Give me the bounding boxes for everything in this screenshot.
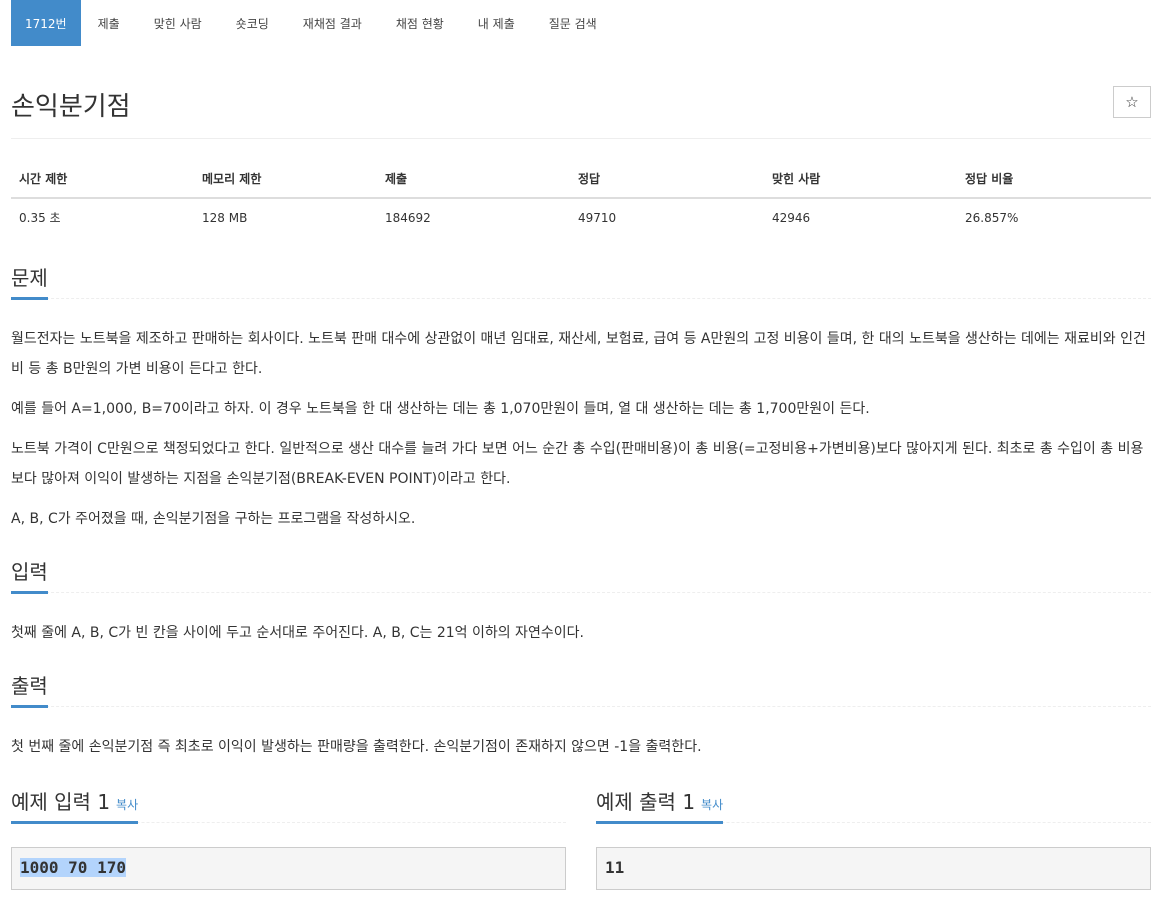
problem-description-3: 노트북 가격이 C만원으로 책정되었다고 한다. 일반적으로 생산 대수를 늘려… bbox=[11, 441, 1144, 487]
input-description: 첫째 줄에 A, B, C가 빈 칸을 사이에 두고 순서대로 주어진다. A,… bbox=[11, 625, 584, 641]
problem-description-1: 월드전자는 노트북을 제조하고 판매하는 회사이다. 노트북 판매 대수에 상관… bbox=[11, 331, 1146, 377]
tab-solvers[interactable]: 맞힌 사람 bbox=[137, 0, 219, 46]
accepted-value: 49710 bbox=[578, 210, 617, 225]
time-limit-value: 0.35 초 bbox=[19, 211, 61, 225]
sample-input-value: 1000 70 170 bbox=[20, 858, 126, 877]
problem-info-table: 시간 제한 메모리 제한 제출 정답 맞힌 사람 정답 비율 0.35 초 12… bbox=[11, 160, 1151, 236]
tab-judge-status[interactable]: 채점 현황 bbox=[379, 0, 461, 46]
memory-limit-value: 128 MB bbox=[202, 210, 248, 225]
output-section-header: 출력 bbox=[11, 670, 1151, 708]
submissions-value: 184692 bbox=[385, 210, 431, 225]
tab-problem[interactable]: 1712번 bbox=[11, 0, 81, 46]
sample-input-box[interactable]: 1000 70 170 bbox=[11, 847, 566, 890]
tab-my-submissions[interactable]: 내 제출 bbox=[461, 0, 532, 46]
sample-input-header: 예제 입력 1 복사 bbox=[11, 786, 566, 824]
star-button[interactable]: ☆ bbox=[1113, 86, 1151, 118]
output-heading: 출력 bbox=[11, 670, 48, 708]
header-memory-limit: 메모리 제한 bbox=[194, 160, 377, 199]
problem-menu: 1712번 제출 맞힌 사람 숏코딩 재채점 결과 채점 현황 내 제출 질문 … bbox=[11, 0, 1151, 46]
sample-output-value: 11 bbox=[605, 858, 625, 877]
copy-sample-output-link[interactable]: 복사 bbox=[701, 798, 723, 812]
problem-description-4: A, B, C가 주어졌을 때, 손익분기점을 구하는 프로그램을 작성하시오. bbox=[11, 511, 416, 527]
accuracy-value: 26.857% bbox=[965, 210, 1019, 225]
problem-description-2: 예를 들어 A=1,000, B=70이라고 하자. 이 경우 노트북을 한 대… bbox=[11, 401, 870, 417]
sample-input-panel: 예제 입력 1 복사 1000 70 170 bbox=[11, 786, 566, 890]
tab-rejudge-results[interactable]: 재채점 결과 bbox=[286, 0, 379, 46]
header-submissions: 제출 bbox=[377, 160, 570, 199]
header-accuracy: 정답 비율 bbox=[957, 160, 1151, 199]
copy-sample-input-link[interactable]: 복사 bbox=[116, 798, 138, 812]
sample-output-box[interactable]: 11 bbox=[596, 847, 1151, 890]
sample-output-header: 예제 출력 1 복사 bbox=[596, 786, 1151, 824]
problem-header: 손익분기점 ☆ bbox=[11, 82, 1151, 139]
sample-output-title: 예제 출력 1 bbox=[596, 790, 696, 814]
sample-input-title: 예제 입력 1 bbox=[11, 790, 111, 814]
header-time-limit: 시간 제한 bbox=[11, 160, 194, 199]
sample-output-heading: 예제 출력 1 복사 bbox=[596, 786, 724, 824]
header-solvers: 맞힌 사람 bbox=[764, 160, 957, 199]
tab-submit[interactable]: 제출 bbox=[81, 0, 137, 46]
problem-heading: 문제 bbox=[11, 262, 48, 300]
header-accepted: 정답 bbox=[570, 160, 764, 199]
sample-input-heading: 예제 입력 1 복사 bbox=[11, 786, 139, 824]
solvers-value: 42946 bbox=[772, 210, 811, 225]
input-heading: 입력 bbox=[11, 556, 48, 594]
table-row: 0.35 초 128 MB 184692 49710 42946 26.857% bbox=[11, 198, 1151, 236]
tab-question-search[interactable]: 질문 검색 bbox=[532, 0, 614, 46]
problem-section-header: 문제 bbox=[11, 262, 1151, 300]
sample-output-panel: 예제 출력 1 복사 11 bbox=[596, 786, 1151, 890]
problem-title: 손익분기점 bbox=[11, 92, 131, 122]
output-description: 첫 번째 줄에 손익분기점 즉 최초로 이익이 발생하는 판매량을 출력한다. … bbox=[11, 739, 702, 755]
star-icon: ☆ bbox=[1125, 93, 1139, 111]
input-section-header: 입력 bbox=[11, 556, 1151, 594]
tab-short-coding[interactable]: 숏코딩 bbox=[219, 0, 286, 46]
